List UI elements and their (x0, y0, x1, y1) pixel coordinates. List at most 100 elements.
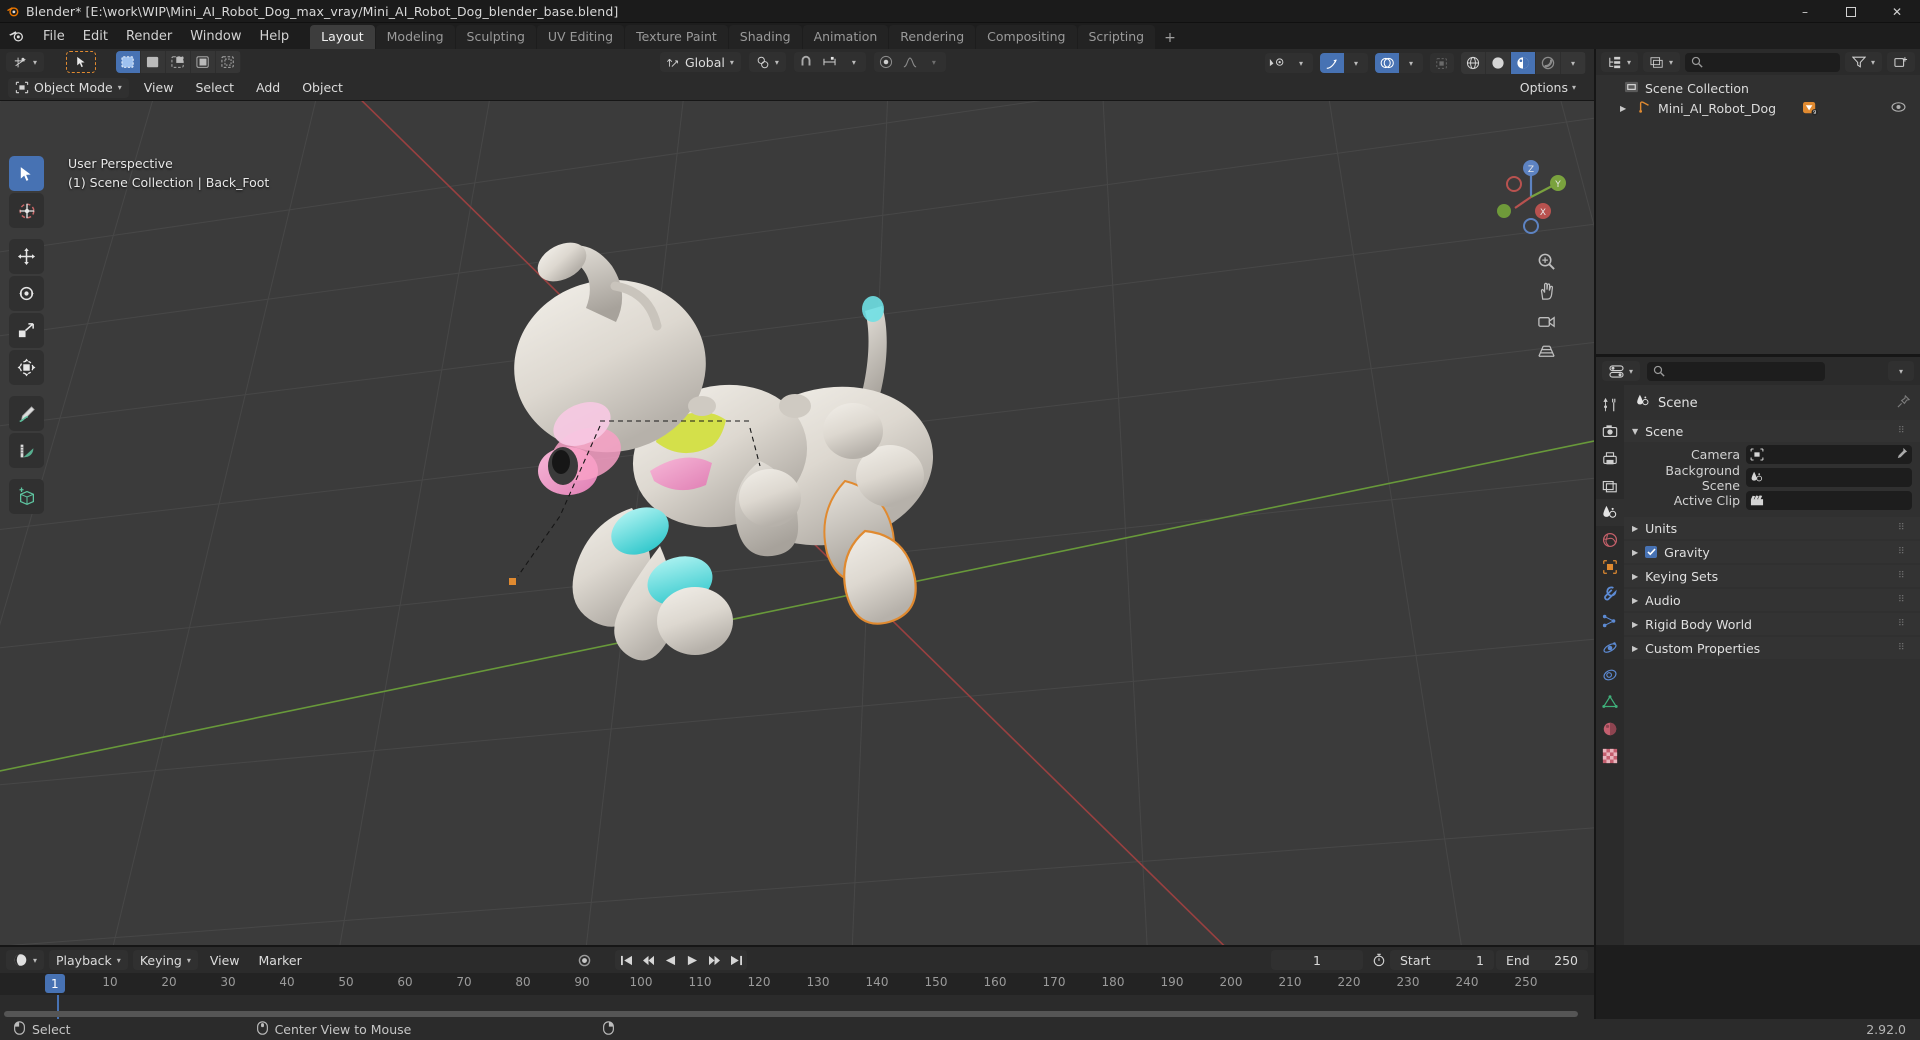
shading-wireframe-icon[interactable] (1461, 52, 1485, 74)
pin-id-icon[interactable] (1897, 394, 1911, 412)
zoom-view-icon[interactable] (1534, 249, 1558, 273)
shading-material-preview-icon[interactable] (1511, 52, 1535, 74)
outliner-row-scene-collection[interactable]: Scene Collection (1596, 78, 1920, 98)
viewport-menu-view[interactable]: View (137, 78, 181, 98)
properties-tab-object[interactable] (1596, 553, 1624, 580)
cursor-tool-button[interactable] (9, 193, 44, 228)
select-set-icon[interactable] (116, 51, 141, 73)
viewport-menu-add[interactable]: Add (249, 78, 287, 98)
properties-tab-particles[interactable] (1596, 607, 1624, 634)
gizmo-group[interactable]: ▾ (1320, 53, 1368, 73)
timeline-track-area[interactable] (0, 995, 1594, 1019)
properties-tab-constraints[interactable] (1596, 661, 1624, 688)
overlays-dropdown-caret[interactable]: ▾ (1399, 53, 1423, 73)
active-clip-field[interactable] (1746, 491, 1912, 510)
properties-tab-tool[interactable] (1596, 391, 1624, 418)
timeline-menu-playback[interactable]: Playback ▾ (49, 950, 128, 970)
jump-to-end-button[interactable] (725, 950, 747, 970)
workspace-tab-rendering[interactable]: Rendering (889, 25, 976, 49)
maximize-button[interactable] (1828, 0, 1874, 23)
menu-help[interactable]: Help (251, 26, 299, 47)
timeline-playhead-label[interactable]: 1 (45, 974, 65, 993)
rotate-tool-button[interactable] (9, 276, 44, 311)
timeline-menu-view[interactable]: View (203, 950, 247, 970)
camera-field[interactable] (1746, 445, 1912, 464)
camera-view-icon[interactable] (1534, 309, 1558, 333)
workspace-tab-layout[interactable]: Layout (310, 25, 375, 49)
properties-tab-world[interactable] (1596, 526, 1624, 553)
timeline-menu-marker[interactable]: Marker (252, 950, 309, 970)
shading-rendered-icon[interactable] (1536, 52, 1560, 74)
expand-triangle-icon[interactable]: ▶ (1632, 572, 1638, 581)
properties-tab-scene[interactable] (1596, 499, 1624, 526)
jump-to-start-button[interactable] (615, 950, 637, 970)
eyedropper-icon[interactable] (1895, 447, 1908, 464)
menu-window[interactable]: Window (181, 26, 250, 47)
timeline-editor-type-button[interactable]: ▾ (6, 950, 45, 970)
visibility-dropdown-caret[interactable]: ▾ (1289, 53, 1313, 73)
properties-search-input[interactable] (1647, 361, 1826, 381)
xray-toggle[interactable] (1430, 53, 1454, 73)
collapse-triangle-icon[interactable]: ▼ (1632, 427, 1638, 436)
properties-tab-view-layer[interactable] (1596, 472, 1624, 499)
shading-solid-icon[interactable] (1486, 52, 1510, 74)
properties-editor-type-button[interactable]: ▾ (1602, 361, 1641, 381)
snapping-group[interactable]: ▾ (793, 52, 866, 72)
select-extend-icon[interactable] (141, 51, 166, 73)
properties-tab-texture[interactable] (1596, 742, 1624, 769)
viewport-navigation-gizmo[interactable]: Z Y X (1490, 156, 1572, 238)
annotate-tool-button[interactable] (9, 396, 44, 431)
object-visibility-icon[interactable] (1265, 53, 1289, 73)
show-overlays-icon[interactable] (1375, 53, 1399, 73)
outliner-search-input[interactable] (1685, 52, 1840, 72)
menu-edit[interactable]: Edit (74, 26, 117, 47)
panel-drag-handle[interactable]: ⠿ (1898, 620, 1910, 629)
background-scene-field[interactable] (1746, 468, 1912, 487)
panel-keying-sets[interactable]: ▶ Keying Sets ⠿ (1624, 565, 1920, 587)
expand-triangle-icon[interactable]: ▶ (1632, 548, 1638, 557)
viewport-menu-select[interactable]: Select (188, 78, 241, 98)
window-controls[interactable]: – ✕ (1782, 0, 1920, 23)
expand-triangle-icon[interactable]: ▶ (1632, 596, 1638, 605)
current-frame-field[interactable]: 1 (1270, 950, 1363, 970)
expand-triangle-icon[interactable]: ▶ (1620, 104, 1632, 113)
snap-magnet-icon[interactable] (794, 52, 818, 72)
select-subtract-icon[interactable] (166, 51, 191, 73)
robot-dog-model[interactable] (0, 101, 1594, 945)
panel-drag-handle[interactable]: ⠿ (1898, 644, 1910, 653)
panel-drag-handle[interactable]: ⠿ (1898, 548, 1910, 557)
workspace-tab-modeling[interactable]: Modeling (375, 25, 455, 49)
panel-drag-handle[interactable]: ⠿ (1898, 524, 1910, 533)
workspace-tab-compositing[interactable]: Compositing (976, 25, 1077, 49)
workspace-tab-sculpting[interactable]: Sculpting (455, 25, 536, 49)
viewport-shading-segmented[interactable]: ▾ (1461, 52, 1586, 74)
viewport-menu-object[interactable]: Object (295, 78, 350, 98)
auto-keying-button[interactable] (573, 950, 595, 970)
timeline-ruler[interactable]: 1 10 20 30 40 50 60 70 80 90 100 110 120… (0, 973, 1594, 995)
play-button[interactable] (681, 950, 703, 970)
pivot-point-dropdown[interactable]: ▾ (748, 52, 786, 72)
properties-tab-material[interactable] (1596, 715, 1624, 742)
outliner-editor-type-button[interactable]: ▾ (1601, 52, 1639, 72)
minimize-button[interactable]: – (1782, 0, 1828, 23)
active-tool-icon[interactable]: ▾ (6, 52, 45, 72)
select-intersect-icon[interactable] (216, 51, 241, 73)
outliner-row-object[interactable]: ▶ Mini_AI_Robot_Dog 9 (1596, 98, 1920, 118)
select-mode-segmented[interactable] (116, 51, 242, 73)
panel-drag-handle[interactable]: ⠿ (1898, 572, 1910, 581)
add-cube-tool-button[interactable] (9, 479, 44, 514)
panel-audio[interactable]: ▶ Audio ⠿ (1624, 589, 1920, 611)
transform-orientation-dropdown[interactable]: Global ▾ (660, 52, 741, 72)
overlays-group[interactable]: ▾ (1375, 53, 1423, 73)
transform-tool-button[interactable] (9, 350, 44, 385)
show-gizmo-icon[interactable] (1320, 53, 1344, 73)
properties-tab-output[interactable] (1596, 445, 1624, 472)
viewport-options-button[interactable]: Options ▾ (1512, 77, 1584, 97)
proportional-edit-icon[interactable] (874, 52, 898, 72)
panel-units[interactable]: ▶ Units ⠿ (1624, 517, 1920, 539)
expand-triangle-icon[interactable]: ▶ (1632, 644, 1638, 653)
timeline-menu-keying[interactable]: Keying ▾ (132, 950, 198, 970)
panel-rigid-body-world[interactable]: ▶ Rigid Body World ⠿ (1624, 613, 1920, 635)
visibility-selectability-group[interactable]: ▾ (1265, 53, 1313, 73)
start-frame-field[interactable]: Start 1 (1389, 950, 1494, 970)
